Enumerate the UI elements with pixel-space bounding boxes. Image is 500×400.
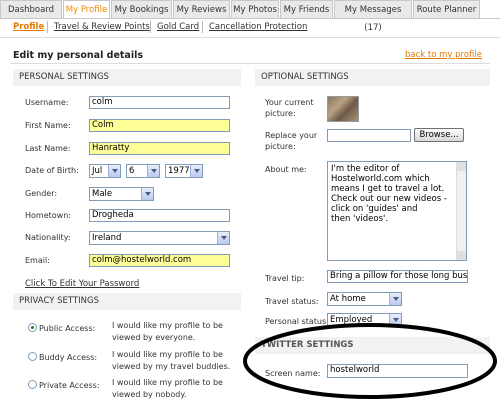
gender-select[interactable]: Male (89, 187, 154, 201)
back-to-profile-link[interactable]: back to my profile (405, 50, 482, 60)
about-me-line: click on 'guides' and (331, 204, 418, 214)
highlight-oval (243, 323, 497, 399)
chevron-down-icon (141, 188, 153, 200)
tab-bar-divider (0, 18, 500, 19)
username-label: Username: (25, 98, 69, 107)
chevron-down-icon (190, 165, 202, 177)
current-picture-label-line1: Your current (265, 98, 314, 107)
about-me-line: Hostelworld.com which (331, 174, 430, 184)
replace-picture-label-line2: picture: (265, 142, 296, 151)
public-access-description: I would like my profile to be viewed by e… (112, 320, 223, 344)
private-access-desc-line1: I would like my profile to be (112, 378, 223, 387)
email-label: Email: (25, 256, 50, 265)
travel-status-value: At home (330, 294, 366, 304)
page-title: Edit my personal details (13, 50, 144, 61)
about-me-line: Check out our new videos - (331, 194, 447, 204)
nationality-label: Nationality: (25, 233, 71, 242)
replace-picture-label: Replace your picture: (265, 130, 317, 152)
buddy-access-desc-line2: viewed by my travel buddies. (112, 362, 231, 371)
public-access-desc-line2: viewed by everyone. (112, 333, 196, 342)
travel-status-label: Travel status: (265, 297, 319, 306)
dob-day-value: 6 (129, 166, 135, 176)
nationality-value: Ireland (92, 233, 122, 243)
subtab-separator (202, 21, 203, 33)
travel-status-select[interactable]: At home (327, 292, 402, 306)
tab-my-profile[interactable]: My Profile (63, 0, 110, 19)
dob-month-select[interactable]: Jul (89, 164, 121, 178)
buddy-access-label: Buddy Access: (39, 353, 98, 362)
public-access-desc-line1: I would like my profile to be (112, 321, 223, 330)
about-me-line: then 'videos'. (331, 214, 389, 224)
browse-button[interactable]: Browse... (414, 128, 464, 142)
subtab-divider (0, 37, 500, 38)
current-picture-label-line2: picture: (265, 109, 296, 118)
title-divider (10, 63, 490, 64)
subtab-separator (150, 21, 151, 33)
public-access-label: Public Access: (39, 324, 96, 333)
public-access-radio[interactable] (28, 323, 37, 332)
scroll-down-arrow[interactable] (457, 251, 466, 260)
chevron-down-icon (389, 293, 401, 305)
about-me-line: means I get to travel a lot. (331, 184, 445, 194)
hometown-label: Hometown: (25, 211, 71, 220)
chevron-down-icon (147, 165, 159, 177)
private-access-radio[interactable] (28, 380, 37, 389)
about-me-label: About me: (265, 165, 307, 174)
tab-my-bookings[interactable]: My Bookings (111, 0, 172, 18)
gender-value: Male (92, 189, 113, 199)
travel-tip-label: Travel tip: (265, 274, 305, 283)
about-me-scrollbar[interactable] (456, 162, 466, 260)
private-access-description: I would like my profile to be viewed by n… (112, 377, 223, 400)
current-picture-label: Your current picture: (265, 97, 313, 119)
about-me-line: I'm the editor of (331, 164, 400, 174)
picture-file-field[interactable] (327, 129, 411, 142)
subtab-gold-card[interactable]: Gold Card (157, 22, 199, 32)
profile-picture-thumbnail (327, 96, 359, 122)
dob-year-select[interactable]: 1977 (165, 164, 203, 178)
first-name-field[interactable]: Colm (89, 119, 230, 132)
edit-password-link[interactable]: Click To Edit Your Password (25, 279, 139, 289)
optional-settings-heading: OPTIONAL SETTINGS (255, 69, 490, 86)
privacy-settings-heading: PRIVACY SETTINGS (13, 293, 241, 310)
subtab-separator (47, 21, 48, 33)
tab-my-reviews[interactable]: My Reviews (173, 0, 230, 18)
tab-my-messages[interactable]: My Messages (17) (334, 0, 412, 33)
tab-my-photos[interactable]: My Photos (231, 0, 279, 18)
last-name-field[interactable]: Hanratty (89, 142, 230, 155)
buddy-access-radio[interactable] (28, 352, 37, 361)
hometown-field[interactable]: Drogheda (89, 209, 230, 222)
scroll-up-arrow[interactable] (457, 162, 466, 171)
nationality-select[interactable]: Ireland (89, 231, 230, 245)
chevron-down-icon (108, 165, 120, 177)
private-access-label: Private Access: (39, 381, 100, 390)
last-name-label: Last Name: (25, 144, 71, 153)
first-name-label: First Name: (25, 121, 71, 130)
replace-picture-label-line1: Replace your (265, 131, 318, 140)
buddy-access-desc-line1: I would like my profile to be (112, 350, 223, 359)
dob-label: Date of Birth: (25, 166, 79, 175)
private-access-desc-line2: viewed by nobody. (112, 390, 187, 399)
dob-day-select[interactable]: 6 (126, 164, 160, 178)
chevron-down-icon (217, 232, 229, 244)
dob-year-value: 1977 (168, 166, 190, 176)
travel-tip-field[interactable]: Bring a pillow for those long bus journ (327, 270, 468, 283)
email-field[interactable]: colm@hostelworld.com (89, 254, 230, 267)
subtab-travel-review-points[interactable]: Travel & Review Points (54, 22, 150, 32)
dob-month-value: Jul (92, 166, 103, 176)
username-field[interactable]: colm (89, 96, 230, 109)
subtab-cancellation-protection[interactable]: Cancellation Protection (209, 22, 307, 32)
gender-label: Gender: (25, 189, 58, 198)
buddy-access-description: I would like my profile to be viewed by m… (112, 349, 230, 373)
tab-my-friends[interactable]: My Friends (280, 0, 333, 18)
tab-route-planner[interactable]: Route Planner (413, 0, 480, 18)
tab-dashboard[interactable]: Dashboard (0, 0, 62, 18)
about-me-textarea[interactable]: I'm the editor of Hostelworld.com which … (327, 161, 467, 261)
subtab-profile[interactable]: Profile (13, 22, 44, 32)
personal-settings-heading: PERSONAL SETTINGS (13, 69, 241, 86)
